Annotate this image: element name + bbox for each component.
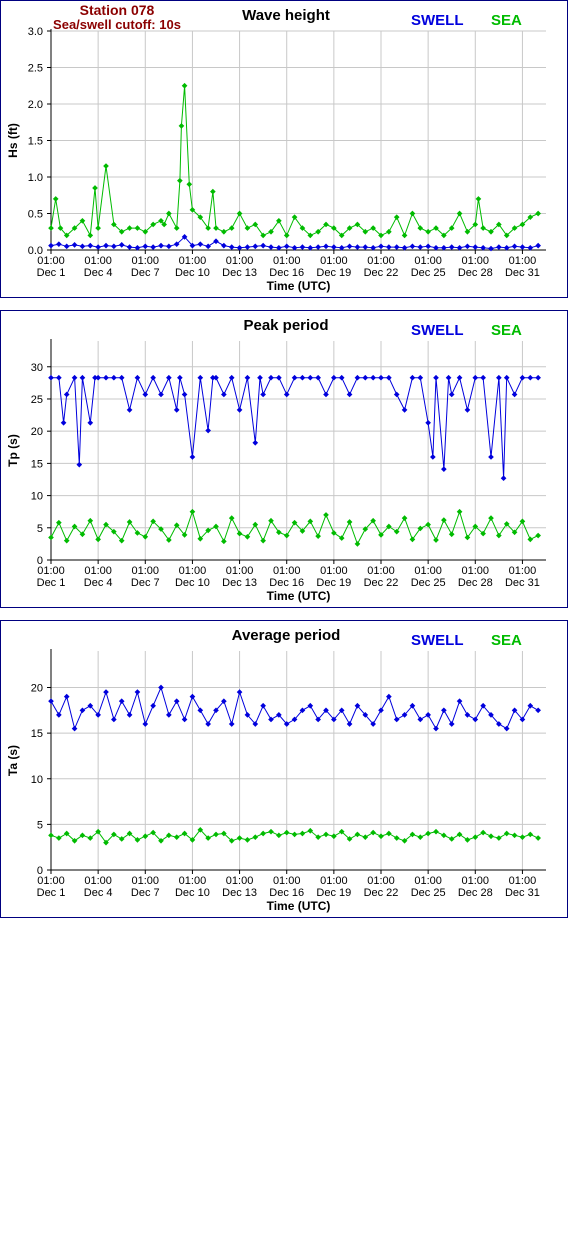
x-tick-date-label: Dec 28: [458, 577, 493, 589]
x-tick-time-label: 01:00: [132, 255, 160, 267]
y-tick-label: 30: [31, 362, 43, 374]
x-tick-date-label: Dec 16: [269, 267, 304, 279]
y-tick-label: 10: [31, 491, 43, 503]
peak-period-panel: Peak period SWELL SEA 0 5 10 15 20 25 30 01:00 D…: [0, 310, 568, 608]
x-tick-date-label: Dec 7: [131, 577, 160, 589]
x-tick-date-label: Dec 13: [222, 887, 257, 899]
x-tick-time-label: 01:00: [509, 565, 537, 577]
x-tick-date-label: Dec 31: [505, 267, 540, 279]
x-tick-date-label: Dec 31: [505, 887, 540, 899]
y-tick-label: 1.5: [28, 136, 43, 148]
x-tick-date-label: Dec 25: [411, 267, 446, 279]
x-tick-date-label: Dec 28: [458, 887, 493, 899]
x-tick-date-label: Dec 19: [316, 887, 351, 899]
x-tick-time-label: 01:00: [179, 255, 207, 267]
plot-area: [51, 651, 546, 870]
x-tick-time-label: 01:00: [367, 565, 395, 577]
x-tick-date-label: Dec 1: [37, 267, 66, 279]
y-tick-label: 5: [37, 523, 43, 535]
chart-svg: 0.00.51.01.52.02.53.001:00Dec 101:00Dec …: [6, 26, 546, 293]
x-tick-date-label: Dec 31: [505, 577, 540, 589]
x-tick-date-label: Dec 4: [84, 887, 113, 899]
y-axis-label: Ta (s): [6, 745, 20, 776]
y-tick-label: 0.5: [28, 209, 43, 221]
x-tick-date-label: Dec 25: [411, 577, 446, 589]
y-tick-label: 2.5: [28, 63, 43, 75]
x-tick-time-label: 01:00: [320, 565, 348, 577]
x-tick-date-label: Dec 4: [84, 267, 113, 279]
y-tick-label: 3.0: [28, 26, 43, 38]
x-tick-time-label: 01:00: [414, 565, 442, 577]
x-tick-time-label: 01:00: [414, 875, 442, 887]
x-tick-time-label: 01:00: [320, 875, 348, 887]
x-tick-date-label: Dec 22: [364, 267, 399, 279]
x-tick-time-label: 01:00: [462, 875, 490, 887]
y-axis-label: Tp (s): [6, 434, 20, 467]
x-tick-date-label: Dec 1: [37, 577, 66, 589]
x-tick-date-label: Dec 22: [364, 887, 399, 899]
x-tick-time-label: 01:00: [367, 875, 395, 887]
x-tick-date-label: Dec 7: [131, 887, 160, 899]
y-tick-label: 20: [31, 426, 43, 438]
y-tick-label: 1.0: [28, 172, 43, 184]
x-tick-time-label: 01:00: [179, 565, 207, 577]
x-tick-date-label: Dec 13: [222, 577, 257, 589]
chart-svg: 05101520253001:00Dec 101:00Dec 401:00Dec…: [6, 339, 546, 603]
x-tick-date-label: Dec 16: [269, 577, 304, 589]
x-tick-time-label: 01:00: [37, 565, 65, 577]
x-tick-date-label: Dec 1: [37, 887, 66, 899]
x-tick-time-label: 01:00: [132, 875, 160, 887]
x-tick-date-label: Dec 7: [131, 267, 160, 279]
x-tick-time-label: 01:00: [273, 875, 301, 887]
y-tick-label: 25: [31, 394, 43, 406]
x-tick-date-label: Dec 10: [175, 267, 210, 279]
y-tick-label: 2.0: [28, 99, 43, 111]
x-tick-date-label: Dec 4: [84, 577, 113, 589]
x-tick-date-label: Dec 10: [175, 577, 210, 589]
x-tick-time-label: 01:00: [367, 255, 395, 267]
x-tick-time-label: 01:00: [462, 255, 490, 267]
x-tick-time-label: 01:00: [84, 875, 112, 887]
x-axis-label: Time (UTC): [267, 899, 331, 913]
x-tick-time-label: 01:00: [37, 255, 65, 267]
x-tick-time-label: 01:00: [226, 875, 254, 887]
y-tick-label: 20: [31, 683, 43, 695]
x-axis-label: Time (UTC): [267, 589, 331, 603]
x-tick-time-label: 01:00: [320, 255, 348, 267]
x-tick-time-label: 01:00: [84, 255, 112, 267]
y-axis-label: Hs (ft): [6, 123, 20, 158]
x-tick-date-label: Dec 13: [222, 267, 257, 279]
x-tick-time-label: 01:00: [414, 255, 442, 267]
x-tick-date-label: Dec 25: [411, 887, 446, 899]
x-tick-time-label: 01:00: [132, 565, 160, 577]
wave-height-panel: Station 078 Sea/swell cutoff: 10s Wave h…: [0, 0, 568, 298]
x-tick-date-label: Dec 19: [316, 577, 351, 589]
x-tick-time-label: 01:00: [509, 255, 537, 267]
average-period-panel: Average period SWELL SEA 0 5 10 15 20 01:00 De…: [0, 620, 568, 918]
x-tick-time-label: 01:00: [273, 255, 301, 267]
y-tick-label: 5: [37, 819, 43, 831]
x-tick-time-label: 01:00: [509, 875, 537, 887]
x-tick-date-label: Dec 19: [316, 267, 351, 279]
x-tick-time-label: 01:00: [226, 565, 254, 577]
chart-svg: 0510152001:00Dec 101:00Dec 401:00Dec 701…: [6, 649, 546, 913]
x-tick-time-label: 01:00: [273, 565, 301, 577]
x-tick-time-label: 01:00: [179, 875, 207, 887]
y-tick-label: 10: [31, 774, 43, 786]
x-axis-label: Time (UTC): [267, 279, 331, 293]
x-tick-time-label: 01:00: [37, 875, 65, 887]
x-tick-date-label: Dec 28: [458, 267, 493, 279]
x-tick-date-label: Dec 10: [175, 887, 210, 899]
x-tick-time-label: 01:00: [462, 565, 490, 577]
y-tick-label: 15: [31, 728, 43, 740]
x-tick-time-label: 01:00: [84, 565, 112, 577]
x-tick-date-label: Dec 16: [269, 887, 304, 899]
x-tick-time-label: 01:00: [226, 255, 254, 267]
x-tick-date-label: Dec 22: [364, 577, 399, 589]
y-tick-label: 15: [31, 458, 43, 470]
